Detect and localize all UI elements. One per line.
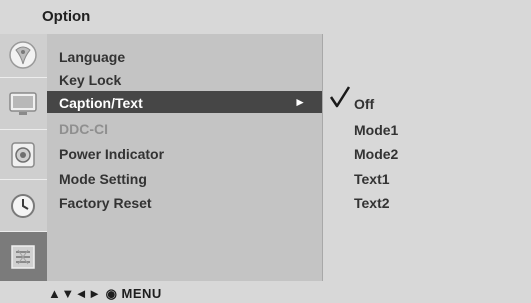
menu-title: Option bbox=[42, 8, 91, 25]
submenu-option-text2[interactable]: Text2 bbox=[354, 195, 390, 211]
title-bar: Option bbox=[0, 0, 531, 34]
menu-item-label: Power Indicator bbox=[59, 146, 165, 162]
menu-item-label: Factory Reset bbox=[59, 195, 152, 211]
menu-item-power-indicator[interactable]: Power Indicator bbox=[47, 142, 322, 164]
picture-icon bbox=[9, 92, 37, 115]
category-tab-picture[interactable] bbox=[0, 78, 47, 130]
menu-item-label: Caption/Text bbox=[59, 95, 143, 111]
submenu-option-mode1[interactable]: Mode1 bbox=[354, 122, 398, 138]
speaker-icon bbox=[11, 142, 35, 168]
option-menu-list: Language Key Lock Caption/Text ► DDC-CI … bbox=[47, 34, 322, 281]
navigation-hint: ▲▼◄► ◉ MENU bbox=[48, 286, 162, 301]
category-tab-sound[interactable] bbox=[0, 130, 47, 180]
menu-item-label: Mode Setting bbox=[59, 171, 147, 187]
category-tab-time[interactable] bbox=[0, 180, 47, 232]
menu-item-label: Key Lock bbox=[59, 72, 122, 88]
menu-item-mode-setting[interactable]: Mode Setting bbox=[47, 167, 322, 189]
clock-icon bbox=[11, 194, 35, 218]
menu-item-language[interactable]: Language bbox=[47, 45, 322, 67]
category-tab-channel[interactable] bbox=[0, 34, 47, 78]
menu-item-caption-text[interactable]: Caption/Text ► bbox=[47, 91, 322, 113]
satellite-dish-icon bbox=[9, 41, 37, 69]
caption-text-submenu: Off Mode1 Mode2 Text1 Text2 bbox=[322, 34, 531, 281]
category-sidebar bbox=[0, 34, 47, 281]
menu-item-factory-reset[interactable]: Factory Reset bbox=[47, 191, 322, 213]
menu-item-ddc-ci: DDC-CI bbox=[47, 117, 322, 139]
option-settings-icon bbox=[11, 245, 35, 269]
checkmark-icon bbox=[329, 86, 351, 113]
menu-item-key-lock[interactable]: Key Lock bbox=[47, 68, 322, 90]
menu-item-label: DDC-CI bbox=[59, 121, 108, 137]
category-tab-option[interactable] bbox=[0, 232, 47, 281]
submenu-option-mode2[interactable]: Mode2 bbox=[354, 146, 398, 162]
submenu-arrow-icon: ► bbox=[294, 95, 306, 109]
footer-bar: ▲▼◄► ◉ MENU bbox=[0, 281, 531, 303]
submenu-option-text1[interactable]: Text1 bbox=[354, 171, 390, 187]
submenu-option-off[interactable]: Off bbox=[354, 96, 374, 112]
menu-item-label: Language bbox=[59, 49, 126, 65]
